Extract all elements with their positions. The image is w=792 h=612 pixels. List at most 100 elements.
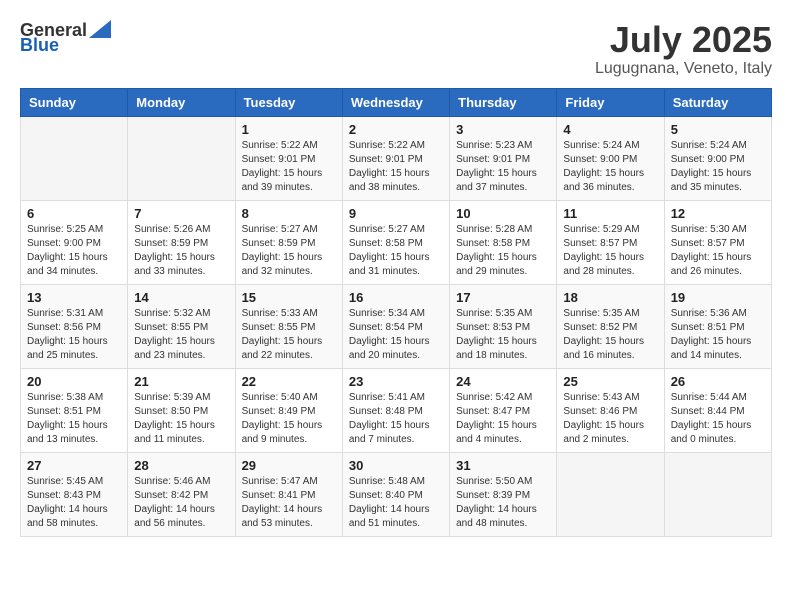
day-number: 13 (27, 290, 121, 305)
day-number: 1 (242, 122, 336, 137)
cell-details: Sunrise: 5:48 AMSunset: 8:40 PMDaylight:… (349, 475, 443, 531)
cell-details: Sunrise: 5:47 AMSunset: 8:41 PMDaylight:… (242, 475, 336, 531)
calendar-cell: 18 Sunrise: 5:35 AMSunset: 8:52 PMDayligh… (557, 284, 664, 368)
calendar-cell: 1 Sunrise: 5:22 AMSunset: 9:01 PMDaylight… (235, 116, 342, 200)
day-number: 24 (456, 374, 550, 389)
weekday-header-saturday: Saturday (664, 88, 771, 116)
cell-details: Sunrise: 5:45 AMSunset: 8:43 PMDaylight:… (27, 475, 121, 531)
day-number: 3 (456, 122, 550, 137)
cell-details: Sunrise: 5:35 AMSunset: 8:52 PMDaylight:… (563, 307, 657, 363)
day-number: 5 (671, 122, 765, 137)
day-number: 30 (349, 458, 443, 473)
cell-details: Sunrise: 5:31 AMSunset: 8:56 PMDaylight:… (27, 307, 121, 363)
day-number: 10 (456, 206, 550, 221)
day-number: 14 (134, 290, 228, 305)
cell-details: Sunrise: 5:39 AMSunset: 8:50 PMDaylight:… (134, 391, 228, 447)
cell-details: Sunrise: 5:24 AMSunset: 9:00 PMDaylight:… (563, 139, 657, 195)
cell-details: Sunrise: 5:27 AMSunset: 8:59 PMDaylight:… (242, 223, 336, 279)
calendar-cell (557, 452, 664, 536)
title-section: July 2025 Lugugnana, Veneto, Italy (595, 20, 772, 78)
cell-details: Sunrise: 5:22 AMSunset: 9:01 PMDaylight:… (242, 139, 336, 195)
day-number: 20 (27, 374, 121, 389)
day-number: 9 (349, 206, 443, 221)
calendar-cell: 5 Sunrise: 5:24 AMSunset: 9:00 PMDaylight… (664, 116, 771, 200)
cell-details: Sunrise: 5:46 AMSunset: 8:42 PMDaylight:… (134, 475, 228, 531)
cell-details: Sunrise: 5:33 AMSunset: 8:55 PMDaylight:… (242, 307, 336, 363)
weekday-header-wednesday: Wednesday (342, 88, 449, 116)
cell-details: Sunrise: 5:32 AMSunset: 8:55 PMDaylight:… (134, 307, 228, 363)
weekday-header-thursday: Thursday (450, 88, 557, 116)
day-number: 22 (242, 374, 336, 389)
calendar-cell: 3 Sunrise: 5:23 AMSunset: 9:01 PMDaylight… (450, 116, 557, 200)
calendar-cell: 20Sunrise: 5:38 AMSunset: 8:51 PMDayligh… (21, 368, 128, 452)
logo-blue: Blue (20, 35, 59, 56)
cell-details: Sunrise: 5:36 AMSunset: 8:51 PMDaylight:… (671, 307, 765, 363)
calendar-cell: 16Sunrise: 5:34 AMSunset: 8:54 PMDayligh… (342, 284, 449, 368)
cell-details: Sunrise: 5:43 AMSunset: 8:46 PMDaylight:… (563, 391, 657, 447)
day-number: 29 (242, 458, 336, 473)
month-title: July 2025 (595, 20, 772, 60)
day-number: 21 (134, 374, 228, 389)
cell-details: Sunrise: 5:50 AMSunset: 8:39 PMDaylight:… (456, 475, 550, 531)
cell-details: Sunrise: 5:25 AMSunset: 9:00 PMDaylight:… (27, 223, 121, 279)
calendar-cell: 17 Sunrise: 5:35 AMSunset: 8:53 PMDayligh… (450, 284, 557, 368)
location-title: Lugugnana, Veneto, Italy (595, 60, 772, 78)
day-number: 7 (134, 206, 228, 221)
calendar-table: SundayMondayTuesdayWednesdayThursdayFrid… (20, 88, 772, 537)
cell-details: Sunrise: 5:26 AMSunset: 8:59 PMDaylight:… (134, 223, 228, 279)
day-number: 19 (671, 290, 765, 305)
weekday-header-row: SundayMondayTuesdayWednesdayThursdayFrid… (21, 88, 772, 116)
day-number: 6 (27, 206, 121, 221)
calendar-cell: 29 Sunrise: 5:47 AMSunset: 8:41 PMDayligh… (235, 452, 342, 536)
cell-details: Sunrise: 5:24 AMSunset: 9:00 PMDaylight:… (671, 139, 765, 195)
logo-icon (89, 20, 111, 38)
cell-details: Sunrise: 5:40 AMSunset: 8:49 PMDaylight:… (242, 391, 336, 447)
calendar-week-5: 27 Sunrise: 5:45 AMSunset: 8:43 PMDayligh… (21, 452, 772, 536)
cell-details: Sunrise: 5:23 AMSunset: 9:01 PMDaylight:… (456, 139, 550, 195)
calendar-cell: 10 Sunrise: 5:28 AMSunset: 8:58 PMDayligh… (450, 200, 557, 284)
day-number: 17 (456, 290, 550, 305)
calendar-cell: 22 Sunrise: 5:40 AMSunset: 8:49 PMDayligh… (235, 368, 342, 452)
logo: General Blue (20, 20, 111, 56)
calendar-cell (128, 116, 235, 200)
day-number: 16 (349, 290, 443, 305)
day-number: 8 (242, 206, 336, 221)
cell-details: Sunrise: 5:44 AMSunset: 8:44 PMDaylight:… (671, 391, 765, 447)
weekday-header-tuesday: Tuesday (235, 88, 342, 116)
calendar-cell: 8 Sunrise: 5:27 AMSunset: 8:59 PMDaylight… (235, 200, 342, 284)
day-number: 23 (349, 374, 443, 389)
calendar-cell: 4 Sunrise: 5:24 AMSunset: 9:00 PMDaylight… (557, 116, 664, 200)
calendar-cell: 15Sunrise: 5:33 AMSunset: 8:55 PMDayligh… (235, 284, 342, 368)
calendar-cell: 26 Sunrise: 5:44 AMSunset: 8:44 PMDayligh… (664, 368, 771, 452)
page-header: General Blue July 2025 Lugugnana, Veneto… (20, 20, 772, 78)
cell-details: Sunrise: 5:22 AMSunset: 9:01 PMDaylight:… (349, 139, 443, 195)
calendar-cell: 21 Sunrise: 5:39 AMSunset: 8:50 PMDayligh… (128, 368, 235, 452)
day-number: 11 (563, 206, 657, 221)
calendar-cell: 13 Sunrise: 5:31 AMSunset: 8:56 PMDayligh… (21, 284, 128, 368)
weekday-header-monday: Monday (128, 88, 235, 116)
cell-details: Sunrise: 5:28 AMSunset: 8:58 PMDaylight:… (456, 223, 550, 279)
cell-details: Sunrise: 5:35 AMSunset: 8:53 PMDaylight:… (456, 307, 550, 363)
day-number: 2 (349, 122, 443, 137)
calendar-cell: 25Sunrise: 5:43 AMSunset: 8:46 PMDayligh… (557, 368, 664, 452)
calendar-cell: 24 Sunrise: 5:42 AMSunset: 8:47 PMDayligh… (450, 368, 557, 452)
day-number: 4 (563, 122, 657, 137)
cell-details: Sunrise: 5:42 AMSunset: 8:47 PMDaylight:… (456, 391, 550, 447)
calendar-cell: 12Sunrise: 5:30 AMSunset: 8:57 PMDayligh… (664, 200, 771, 284)
calendar-cell: 28 Sunrise: 5:46 AMSunset: 8:42 PMDayligh… (128, 452, 235, 536)
day-number: 28 (134, 458, 228, 473)
calendar-cell: 7 Sunrise: 5:26 AMSunset: 8:59 PMDaylight… (128, 200, 235, 284)
calendar-cell: 11 Sunrise: 5:29 AMSunset: 8:57 PMDayligh… (557, 200, 664, 284)
weekday-header-friday: Friday (557, 88, 664, 116)
day-number: 31 (456, 458, 550, 473)
day-number: 18 (563, 290, 657, 305)
day-number: 27 (27, 458, 121, 473)
day-number: 26 (671, 374, 765, 389)
day-number: 12 (671, 206, 765, 221)
cell-details: Sunrise: 5:27 AMSunset: 8:58 PMDaylight:… (349, 223, 443, 279)
calendar-cell (21, 116, 128, 200)
cell-details: Sunrise: 5:29 AMSunset: 8:57 PMDaylight:… (563, 223, 657, 279)
calendar-cell (664, 452, 771, 536)
calendar-cell: 23Sunrise: 5:41 AMSunset: 8:48 PMDayligh… (342, 368, 449, 452)
calendar-cell: 9 Sunrise: 5:27 AMSunset: 8:58 PMDaylight… (342, 200, 449, 284)
